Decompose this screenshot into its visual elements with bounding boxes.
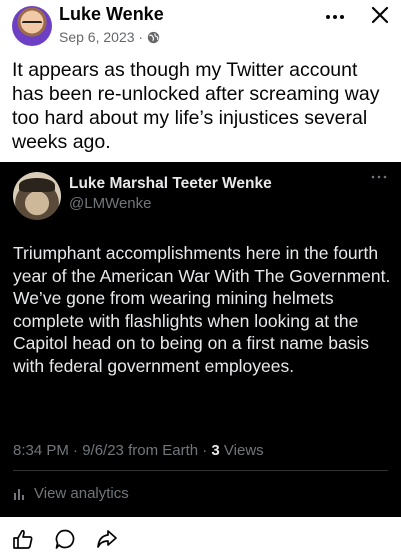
post-date[interactable]: Sep 6, 2023 ·	[59, 29, 143, 45]
view-analytics-link[interactable]: View analytics	[13, 485, 129, 502]
tweet-views-count: 3	[211, 442, 220, 459]
author-name[interactable]: Luke Wenke	[59, 4, 164, 25]
tweet-timestamp: 8:34 PM · 9/6/23 from Earth ·	[13, 442, 212, 459]
share-icon[interactable]	[96, 528, 118, 550]
tweet-author-handle[interactable]: @LMWenke	[69, 195, 151, 212]
post-action-bar	[0, 517, 401, 555]
more-options-icon[interactable]	[322, 6, 348, 24]
post-header: Luke Wenke Sep 6, 2023 ·	[0, 0, 401, 56]
thumbs-up-icon[interactable]	[12, 528, 34, 550]
post-text: It appears as though my Twitter account …	[12, 59, 380, 153]
comment-icon[interactable]	[54, 528, 76, 550]
post-meta: Sep 6, 2023 ·	[59, 29, 160, 45]
tweet-text: Triumphant accomplishments here in the f…	[13, 243, 391, 376]
analytics-icon	[14, 489, 24, 500]
tweet-divider	[13, 470, 388, 471]
tweet-author-name[interactable]: Luke Marshal Teeter Wenke	[69, 175, 272, 193]
tweet-author-avatar[interactable]	[13, 172, 61, 220]
embedded-tweet[interactable]: Luke Marshal Teeter Wenke @LMWenke Trium…	[0, 162, 401, 517]
tweet-more-icon[interactable]	[370, 172, 388, 182]
tweet-views-label: Views	[219, 442, 264, 459]
view-analytics-label: View analytics	[34, 485, 129, 502]
globe-icon	[147, 31, 160, 43]
close-icon[interactable]	[369, 4, 391, 26]
author-avatar[interactable]	[12, 6, 52, 46]
tweet-meta: 8:34 PM · 9/6/23 from Earth · 3 Views	[13, 442, 264, 459]
